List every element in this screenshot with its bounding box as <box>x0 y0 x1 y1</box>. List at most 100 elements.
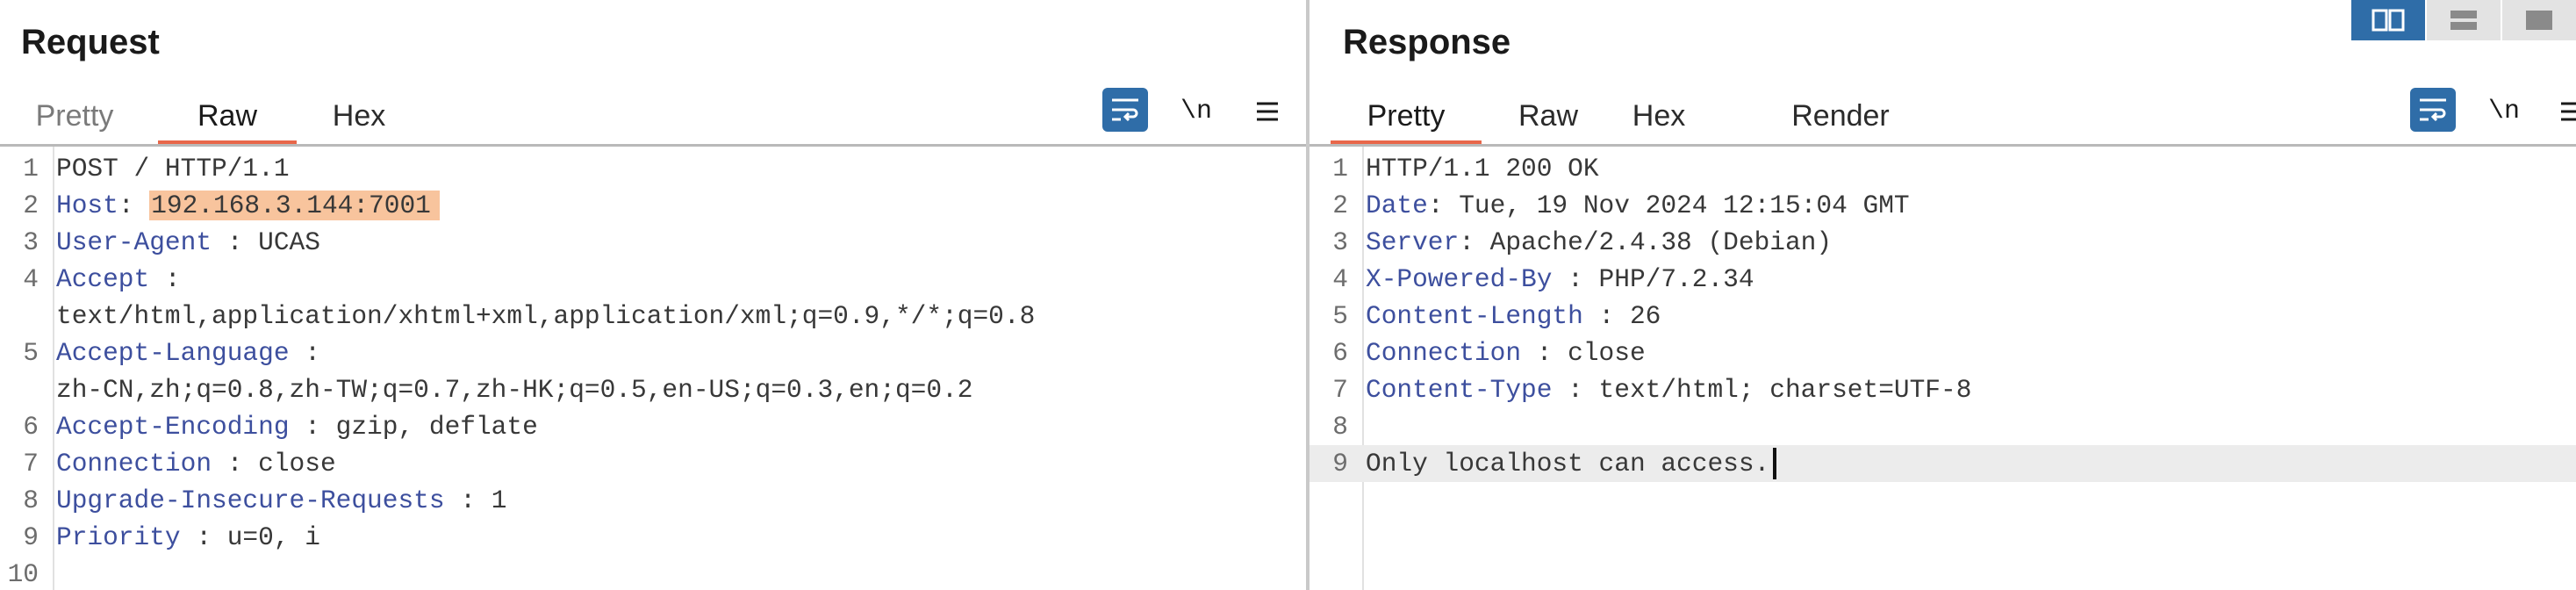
line-number: 8 <box>1332 412 1348 442</box>
line-number: 4 <box>1332 264 1348 294</box>
header-value: Tue, 19 Nov 2024 12:15:04 GMT <box>1459 191 1910 220</box>
line-number: 6 <box>1332 338 1348 368</box>
line-text: HTTP/1.1 200 OK <box>1366 154 1599 183</box>
hamburger-menu-icon <box>1257 102 1278 121</box>
header-value: UCAS <box>258 227 320 257</box>
code-line[interactable]: 2 Host: 192.168.3.144:7001 <box>0 187 1306 224</box>
header-name: Accept-Encoding <box>56 412 290 442</box>
line-number: 3 <box>1332 227 1348 257</box>
code-line[interactable]: 5 Content-Length : 26 <box>1310 298 2576 335</box>
header-name: Content-Length <box>1366 301 1583 331</box>
header-separator: : <box>1582 301 1630 331</box>
code-line[interactable]: 3 User-Agent : UCAS <box>0 224 1306 261</box>
line-number: 1 <box>1332 154 1348 183</box>
header-separator: : <box>212 449 259 478</box>
code-line[interactable]: 2 Date: Tue, 19 Nov 2024 12:15:04 GMT <box>1310 187 2576 224</box>
code-line[interactable]: 7 Connection : close <box>0 445 1306 482</box>
newline-toggle-button[interactable]: \n <box>2480 88 2528 135</box>
line-content: Only localhost can access. <box>1366 445 1777 482</box>
wrap-lines-button[interactable] <box>2410 88 2456 132</box>
response-title: Response <box>1343 23 1511 61</box>
line-content: Accept-Encoding : gzip, deflate <box>56 408 538 445</box>
wrap-lines-button[interactable] <box>1102 88 1148 132</box>
code-line[interactable]: 4 Accept : <box>0 261 1306 298</box>
line-content: Server: Apache/2.4.38 (Debian) <box>1366 224 1832 261</box>
header-separator: : <box>1552 375 1599 405</box>
header-name: Connection <box>56 449 212 478</box>
request-editor[interactable]: 1 POST / HTTP/1.1 2 Host: 192.168.3.144:700… <box>0 147 1306 590</box>
line-content: Accept-Language : <box>56 335 320 371</box>
tab-hex[interactable]: Hex <box>1625 88 1692 146</box>
line-number: 7 <box>23 449 39 478</box>
header-separator: : <box>1552 264 1599 294</box>
code-line[interactable]: zh-CN,zh;q=0.8,zh-TW;q=0.7,zh-HK;q=0.5,e… <box>0 371 1306 408</box>
code-line[interactable]: 9 Only localhost can access. <box>1310 445 2576 482</box>
header-value: text/html; charset=UTF-8 <box>1598 375 1972 405</box>
response-editor[interactable]: 1 HTTP/1.1 200 OK 2 Date: Tue, 19 Nov 2024 … <box>1310 147 2576 590</box>
line-text: Only localhost can access. <box>1366 449 1770 478</box>
header-value: u=0, i <box>226 522 320 552</box>
header-value: close <box>258 449 336 478</box>
code-line[interactable]: 8 <box>1310 408 2576 445</box>
tab-hex[interactable]: Hex <box>326 88 391 146</box>
code-line[interactable]: 1 HTTP/1.1 200 OK <box>1310 150 2576 187</box>
line-content: Content-Length : 26 <box>1366 298 1661 335</box>
options-menu-button[interactable] <box>1246 88 1288 135</box>
line-number: 2 <box>1332 191 1348 220</box>
tab-render[interactable]: Render <box>1783 88 1898 146</box>
code-line[interactable]: 10 <box>0 556 1306 590</box>
tab-raw[interactable]: Raw <box>1513 88 1583 146</box>
line-number: 6 <box>23 412 39 442</box>
tab-pretty[interactable]: Pretty <box>30 88 119 146</box>
header-separator: : <box>149 264 181 294</box>
line-content: Date: Tue, 19 Nov 2024 12:15:04 GMT <box>1366 187 1910 224</box>
line-number: 5 <box>1332 301 1348 331</box>
request-title: Request <box>21 23 160 61</box>
line-content: Host: 192.168.3.144:7001 <box>56 187 440 224</box>
newline-toggle-button[interactable]: \n <box>1173 88 1220 135</box>
hamburger-menu-icon <box>2561 102 2576 121</box>
header-separator: : <box>1459 227 1490 257</box>
layout-side-by-side-button[interactable] <box>2350 0 2425 40</box>
line-number: 10 <box>7 559 39 589</box>
code-line[interactable]: text/html,application/xhtml+xml,applicat… <box>0 298 1306 335</box>
layout-stacked-button[interactable] <box>2425 0 2501 40</box>
response-lines: 1 HTTP/1.1 200 OK 2 Date: Tue, 19 Nov 2024 … <box>1310 150 2576 482</box>
header-value: 192.168.3.144:7001 <box>149 191 440 220</box>
layout-single-button[interactable] <box>2501 0 2576 40</box>
tab-pretty[interactable]: Pretty <box>1331 88 1482 146</box>
header-separator: : <box>1427 191 1460 220</box>
header-name: Connection <box>1366 338 1522 368</box>
split-horizontal-icon <box>2371 9 2405 32</box>
code-line[interactable]: 6 Connection : close <box>1310 335 2576 371</box>
line-number: 2 <box>23 191 39 220</box>
code-line[interactable]: 8 Upgrade-Insecure-Requests : 1 <box>0 482 1306 519</box>
options-menu-button[interactable] <box>2551 88 2576 135</box>
header-name: Server <box>1366 227 1460 257</box>
line-text: POST / HTTP/1.1 <box>56 154 290 183</box>
header-name: Upgrade-Insecure-Requests <box>56 486 445 515</box>
header-separator: : <box>1521 338 1568 368</box>
code-line[interactable]: 1 POST / HTTP/1.1 <box>0 150 1306 187</box>
line-content: Connection : close <box>56 445 336 482</box>
tab-raw[interactable]: Raw <box>158 88 297 146</box>
code-line[interactable]: 7 Content-Type : text/html; charset=UTF-8 <box>1310 371 2576 408</box>
header-value: PHP/7.2.34 <box>1598 264 1754 294</box>
code-line[interactable]: 3 Server: Apache/2.4.38 (Debian) <box>1310 224 2576 261</box>
code-line[interactable]: 6 Accept-Encoding : gzip, deflate <box>0 408 1306 445</box>
line-number: 9 <box>23 522 39 552</box>
code-line[interactable]: 5 Accept-Language : <box>0 335 1306 371</box>
line-content: Content-Type : text/html; charset=UTF-8 <box>1366 371 1971 408</box>
header-name: Priority <box>56 522 181 552</box>
wrap-lines-icon <box>1112 98 1138 122</box>
code-line[interactable]: 4 X-Powered-By : PHP/7.2.34 <box>1310 261 2576 298</box>
wrap-lines-icon <box>2420 98 2446 122</box>
line-number: 8 <box>23 486 39 515</box>
header-name: Accept <box>56 264 150 294</box>
line-content: Connection : close <box>1366 335 1646 371</box>
line-content: zh-CN,zh;q=0.8,zh-TW;q=0.7,zh-HK;q=0.5,e… <box>56 371 972 408</box>
line-text: zh-CN,zh;q=0.8,zh-TW;q=0.7,zh-HK;q=0.5,e… <box>56 375 973 405</box>
text-caret <box>1773 448 1777 480</box>
line-content: User-Agent : UCAS <box>56 224 320 261</box>
code-line[interactable]: 9 Priority : u=0, i <box>0 519 1306 556</box>
